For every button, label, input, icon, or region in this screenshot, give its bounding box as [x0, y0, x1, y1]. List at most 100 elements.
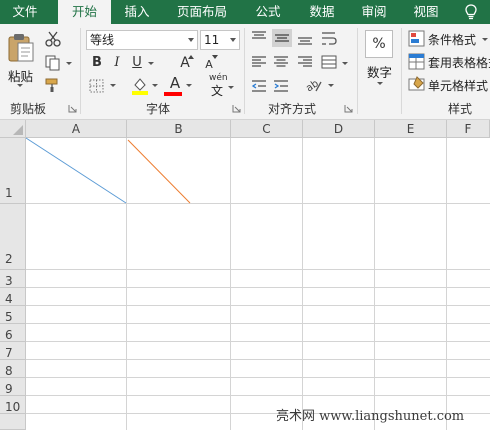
gridline-row-1 [26, 203, 490, 204]
font-group-label: 字体 [146, 102, 171, 116]
caret-up-icon [188, 55, 194, 59]
ribbon-separator [80, 28, 81, 114]
phonetic-guide-char[interactable]: 文 [211, 82, 223, 99]
gridline-row-3 [26, 287, 490, 288]
watermark-text: 亮术网 www.liangshunet.com [276, 409, 465, 424]
decrease-indent-icon[interactable] [250, 78, 268, 94]
select-all-corner[interactable] [0, 120, 26, 138]
tab-page-layout[interactable]: 页面布局 [170, 0, 234, 24]
diagonal-line-a1[interactable] [25, 137, 127, 204]
font-color-dropdown-arrow[interactable] [186, 84, 192, 87]
paste-dropdown-arrow[interactable] [17, 84, 23, 87]
align-middle-icon[interactable] [272, 29, 292, 47]
conditional-formatting-label[interactable]: 条件格式 [428, 31, 476, 48]
clipboard-launcher-icon[interactable] [68, 104, 77, 113]
gridline-col-d [374, 138, 375, 430]
select-all-triangle-icon [13, 125, 23, 135]
row-header-4[interactable]: 4 [0, 288, 26, 306]
ribbon-tab-bar: 文件 开始 插入 页面布局 公式 数据 审阅 视图 [0, 0, 490, 25]
column-header-a[interactable]: A [26, 120, 127, 138]
orientation-dropdown-arrow[interactable] [328, 84, 334, 87]
row-header-11[interactable] [0, 414, 26, 430]
diagonal-line-b1[interactable] [127, 139, 191, 204]
gridline-row-4 [26, 305, 490, 306]
gridline-row-2 [26, 269, 490, 270]
row-header-1[interactable]: 1 [0, 138, 26, 204]
paste-label[interactable]: 粘贴 [8, 66, 33, 85]
align-top-icon[interactable] [250, 30, 268, 46]
column-header-e[interactable]: E [375, 120, 447, 138]
font-color-button[interactable]: A [166, 74, 184, 92]
bold-button[interactable]: B [88, 54, 106, 72]
column-header-f[interactable]: F [447, 120, 490, 138]
font-size-combo[interactable]: 11 [200, 30, 240, 50]
cell-styles-icon[interactable] [408, 76, 425, 93]
merge-center-icon[interactable] [320, 54, 338, 70]
font-family-value: 等线 [90, 33, 115, 47]
conditional-formatting-dropdown-arrow[interactable] [482, 38, 488, 41]
tab-view[interactable]: 视图 [404, 0, 448, 24]
align-center-icon[interactable] [272, 54, 290, 70]
ribbon-home: 粘贴 剪贴板 等线 11 B I U A A A wén 文 字体 ab 对齐方… [0, 24, 490, 120]
fill-color-icon[interactable] [130, 76, 150, 96]
row-header-3[interactable]: 3 [0, 270, 26, 288]
phonetic-dropdown-arrow[interactable] [228, 86, 234, 89]
tab-insert[interactable]: 插入 [114, 0, 160, 24]
row-header-6[interactable]: 6 [0, 324, 26, 342]
row-header-8[interactable]: 8 [0, 360, 26, 378]
format-painter-icon[interactable] [44, 76, 62, 94]
borders-icon[interactable] [88, 78, 106, 94]
font-launcher-icon[interactable] [232, 104, 241, 113]
alignment-launcher-icon[interactable] [344, 104, 353, 113]
gridline-col-b [230, 138, 231, 430]
gridline-col-e [446, 138, 447, 430]
tab-home[interactable]: 开始 [58, 0, 111, 25]
format-as-table-label[interactable]: 套用表格格式 [428, 54, 490, 71]
wrap-text-icon[interactable] [320, 30, 338, 48]
gridline-row-5 [26, 323, 490, 324]
row-header-7[interactable]: 7 [0, 342, 26, 360]
row-header-2[interactable]: 2 [0, 204, 26, 270]
orientation-icon[interactable]: ab [304, 76, 324, 94]
column-header-c[interactable]: C [231, 120, 303, 138]
italic-button[interactable]: I [108, 54, 126, 72]
gridline-col-a [126, 138, 127, 430]
paste-icon[interactable] [6, 32, 36, 64]
tab-review[interactable]: 审阅 [352, 0, 396, 24]
tab-file[interactable]: 文件 [0, 0, 50, 24]
fill-color-dropdown-arrow[interactable] [152, 84, 158, 87]
align-left-icon[interactable] [250, 54, 268, 70]
merge-dropdown-arrow[interactable] [342, 62, 348, 65]
number-format-label[interactable]: 数字 [367, 62, 392, 81]
borders-dropdown-arrow[interactable] [110, 84, 116, 87]
font-family-combo[interactable]: 等线 [86, 30, 198, 50]
chevron-down-icon[interactable] [230, 38, 236, 42]
number-dropdown-arrow[interactable] [377, 82, 383, 85]
conditional-formatting-icon[interactable] [408, 30, 425, 47]
gridline-row-9 [26, 395, 490, 396]
ribbon-separator [244, 28, 245, 114]
chevron-down-icon[interactable] [188, 38, 194, 42]
tab-data[interactable]: 数据 [300, 0, 344, 24]
row-header-10[interactable]: 10 [0, 396, 26, 414]
underline-button[interactable]: U [128, 54, 146, 72]
align-right-icon[interactable] [296, 54, 314, 70]
underline-dropdown-arrow[interactable] [148, 62, 154, 65]
row-header-9[interactable]: 9 [0, 378, 26, 396]
column-header-b[interactable]: B [127, 120, 231, 138]
increase-indent-icon[interactable] [272, 78, 290, 94]
tab-formulas[interactable]: 公式 [246, 0, 290, 24]
column-header-d[interactable]: D [303, 120, 375, 138]
align-bottom-icon[interactable] [296, 30, 314, 46]
lightbulb-icon[interactable] [462, 3, 480, 21]
gridline-row-8 [26, 377, 490, 378]
ribbon-separator [401, 28, 402, 114]
row-header-5[interactable]: 5 [0, 306, 26, 324]
cell-styles-label[interactable]: 单元格样式 [428, 77, 488, 94]
cut-icon[interactable] [44, 30, 62, 48]
format-as-table-icon[interactable] [408, 53, 425, 70]
copy-icon[interactable] [44, 54, 62, 72]
copy-dropdown-arrow[interactable] [66, 62, 72, 65]
percent-icon[interactable]: % [365, 30, 393, 58]
font-color-swatch [164, 92, 182, 96]
